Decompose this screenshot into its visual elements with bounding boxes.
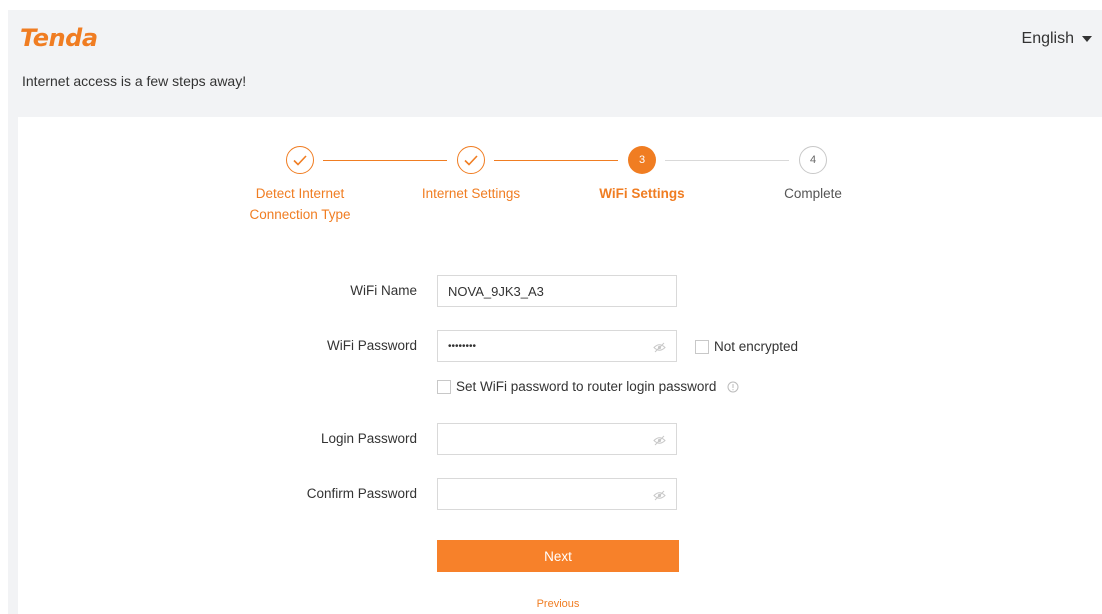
caret-down-icon bbox=[1082, 36, 1092, 42]
not-encrypted-checkbox[interactable] bbox=[695, 339, 709, 354]
progress-steps: Detect Internet Connection Type Internet… bbox=[18, 117, 1102, 237]
language-label: English bbox=[1021, 30, 1074, 47]
confirm-password-label: Confirm Password bbox=[306, 486, 417, 501]
wifi-password-label: WiFi Password bbox=[326, 338, 417, 353]
step-1-label: Detect Internet Connection Type bbox=[225, 183, 375, 225]
tenda-logo: Tenda bbox=[20, 24, 98, 52]
set-same-password-option[interactable]: Set WiFi password to router login passwo… bbox=[437, 379, 739, 394]
setup-card: Detect Internet Connection Type Internet… bbox=[18, 117, 1102, 614]
set-same-password-checkbox[interactable] bbox=[437, 379, 451, 394]
step-connector-1 bbox=[323, 160, 447, 161]
step-1-label-line1: Detect Internet bbox=[255, 186, 345, 201]
eye-slash-icon[interactable] bbox=[653, 341, 666, 356]
step-3-label-line1: WiFi Settings bbox=[599, 186, 685, 201]
step-3-label: WiFi Settings bbox=[567, 183, 717, 204]
wifi-name-value: NOVA_9JK3_A3 bbox=[448, 283, 544, 299]
step-2-label-line1: Internet Settings bbox=[421, 186, 521, 201]
not-encrypted-option[interactable]: Not encrypted bbox=[695, 339, 798, 354]
login-password-input[interactable] bbox=[437, 423, 677, 455]
step-2-check-icon bbox=[457, 146, 485, 174]
wifi-name-input[interactable]: NOVA_9JK3_A3 bbox=[437, 275, 677, 307]
language-selector[interactable]: English bbox=[1022, 30, 1092, 48]
step-4-label: Complete bbox=[738, 183, 888, 204]
step-1-label-line2: Connection Type bbox=[249, 207, 351, 222]
step-1-check-icon bbox=[286, 146, 314, 174]
previous-link[interactable]: Previous bbox=[437, 598, 679, 610]
confirm-password-input[interactable] bbox=[437, 478, 677, 510]
step-4-label-line1: Complete bbox=[784, 186, 842, 201]
wifi-password-input[interactable]: •••••••• bbox=[437, 330, 677, 362]
page-subtitle: Internet access is a few steps away! bbox=[22, 73, 247, 89]
set-same-password-label: Set WiFi password to router login passwo… bbox=[456, 379, 717, 394]
step-4-circle: 4 bbox=[799, 146, 827, 174]
eye-slash-icon[interactable] bbox=[653, 489, 666, 504]
not-encrypted-label: Not encrypted bbox=[714, 339, 799, 354]
step-4-number: 4 bbox=[809, 154, 817, 166]
eye-slash-icon[interactable] bbox=[653, 434, 666, 449]
next-button[interactable]: Next bbox=[437, 540, 679, 572]
info-icon[interactable] bbox=[727, 381, 739, 393]
step-2-label: Internet Settings bbox=[396, 183, 546, 204]
step-3-circle: 3 bbox=[628, 146, 656, 174]
step-connector-2 bbox=[494, 160, 618, 161]
step-3-number: 3 bbox=[638, 154, 646, 166]
login-password-label: Login Password bbox=[320, 431, 417, 446]
step-connector-3 bbox=[665, 160, 789, 161]
wifi-name-label: WiFi Name bbox=[350, 283, 417, 298]
wifi-password-value: •••••••• bbox=[448, 340, 477, 352]
